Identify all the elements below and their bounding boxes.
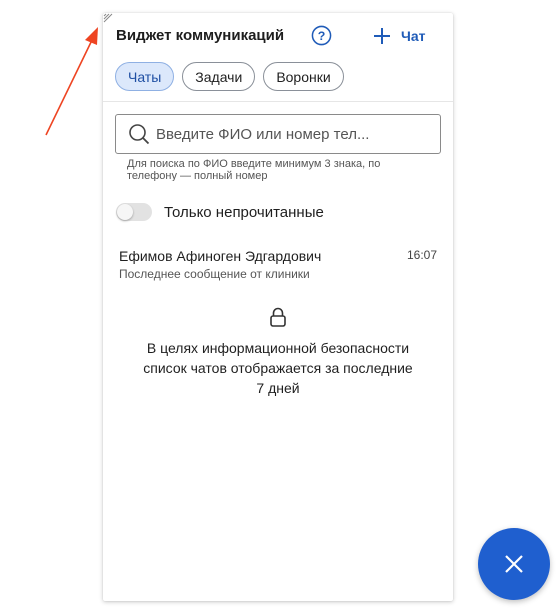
widget-title: Виджет коммуникаций [116,27,285,44]
tab-chats-label: Чаты [128,68,162,85]
search-hint: Для поиска по ФИО введите минимум 3 знак… [127,158,427,181]
security-notice-line3: 7 дней [256,380,300,396]
unread-only-label: Только непрочитанные [164,203,324,221]
security-notice-line2: список чатов отображается за последние [143,360,413,376]
tab-funnels-label: Воронки [276,68,331,85]
close-icon [505,555,523,573]
search-icon [129,124,150,145]
tab-bar: Чаты Задачи Воронки [115,62,344,91]
chat-contact-name: Ефимов Афиноген Эдгардович [119,248,322,264]
help-icon[interactable]: ? [311,25,332,46]
unread-only-toggle[interactable] [116,203,152,221]
search-input[interactable]: Введите ФИО или номер тел... [115,114,441,154]
lock-icon [270,307,286,327]
tab-chats[interactable]: Чаты [115,62,175,91]
tab-tasks[interactable]: Задачи [182,62,256,91]
search-hint-line1: Для поиска по ФИО введите минимум 3 знак… [127,158,381,170]
plus-icon [374,28,390,44]
communication-widget: Виджет коммуникаций ? Чат Чаты Задачи Во… [103,13,453,601]
new-chat-button[interactable]: Чат [373,25,425,47]
widget-header: Виджет коммуникаций ? Чат [103,13,453,59]
security-notice: В целях информационной безопасности спис… [103,338,453,398]
chat-list-item[interactable]: Ефимов Афиноген Эдгардович 16:07 Последн… [103,245,453,285]
unread-filter: Только непрочитанные [116,203,324,221]
svg-text:?: ? [318,29,326,43]
security-notice-line1: В целях информационной безопасности [146,340,410,356]
chat-timestamp: 16:07 [406,248,437,262]
search-placeholder: Введите ФИО или номер тел... [156,125,370,143]
header-divider [103,101,453,102]
chat-last-message: Последнее сообщение от клиники [119,267,310,281]
close-widget-button[interactable] [478,528,550,600]
new-chat-label: Чат [401,28,426,44]
tab-funnels[interactable]: Воронки [263,62,344,91]
tab-tasks-label: Задачи [195,68,243,85]
search-hint-line2: телефону — полный номер [127,170,268,181]
